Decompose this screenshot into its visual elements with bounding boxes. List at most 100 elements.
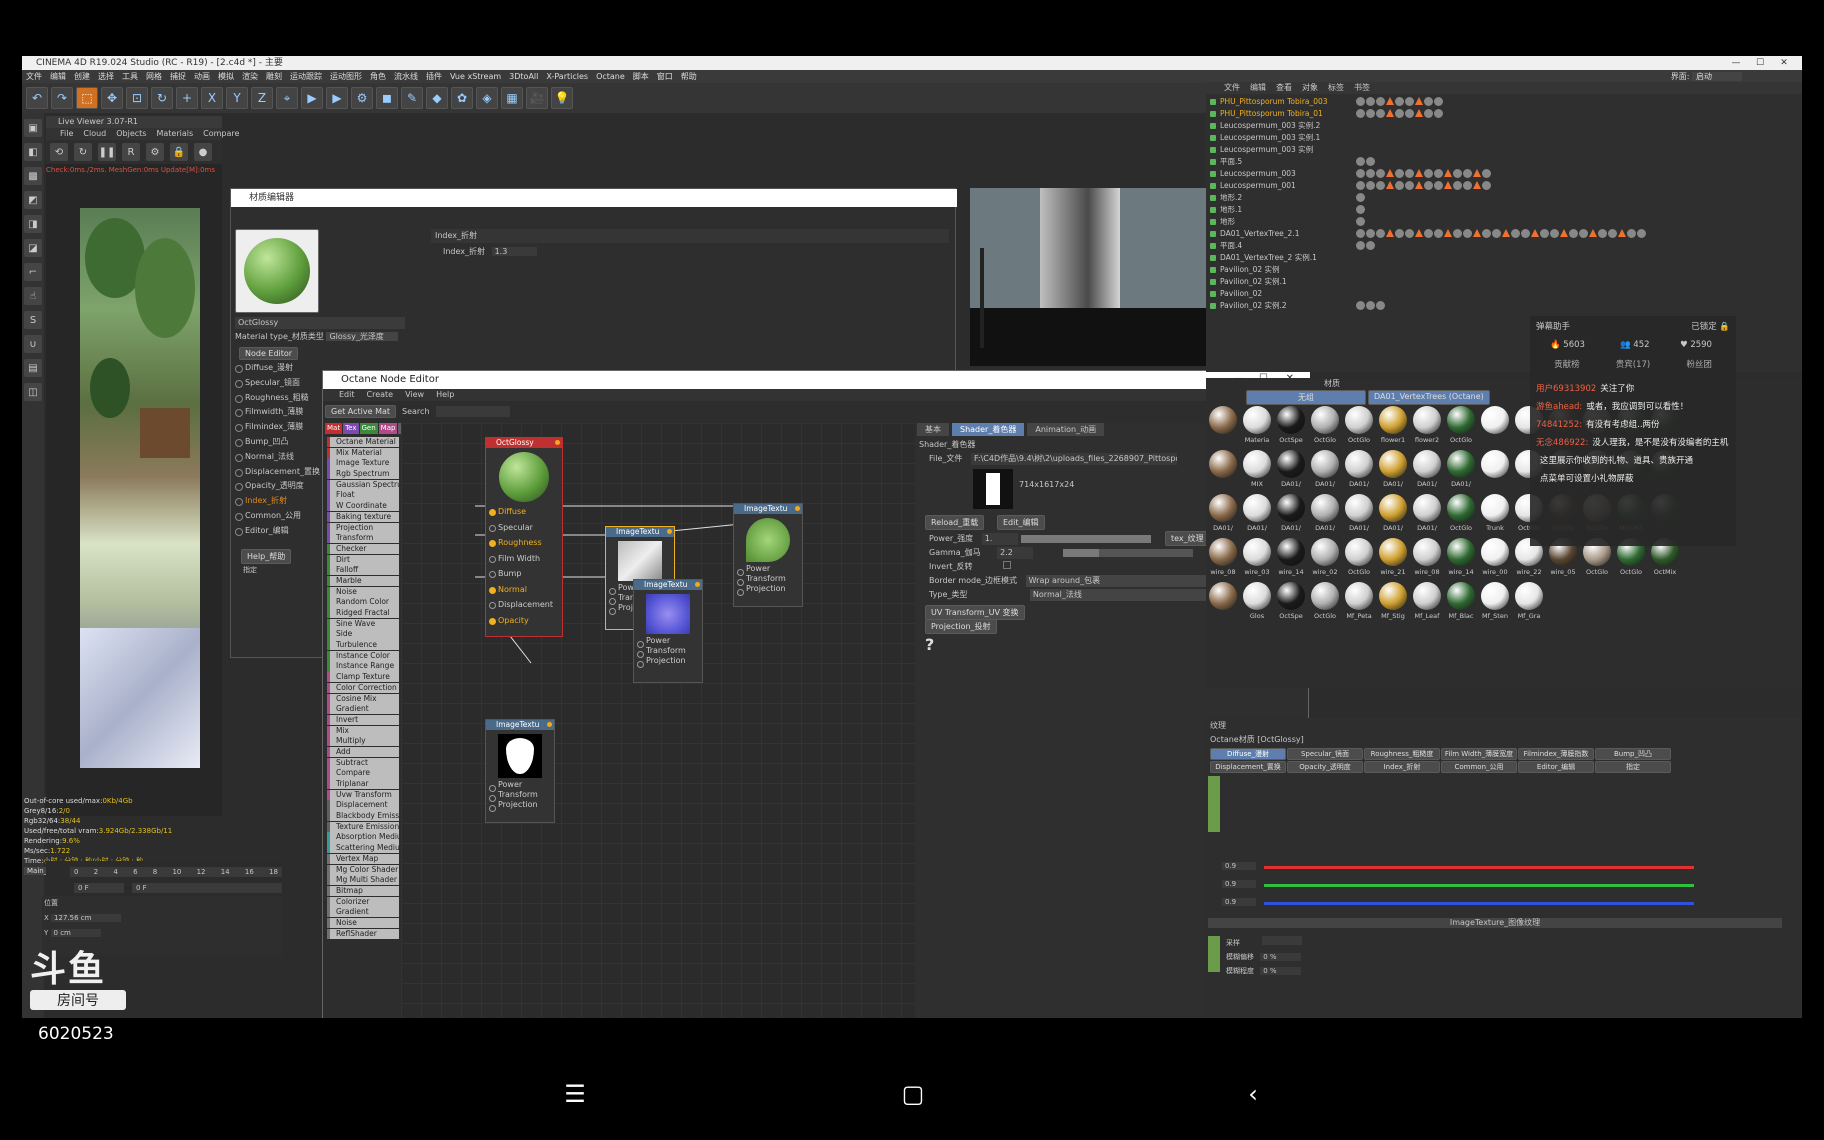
floor-icon[interactable]: ▦ [501,87,523,109]
tag-icon[interactable] [1356,157,1365,166]
material-swatch[interactable]: DA01/ [1208,494,1238,536]
material-swatch[interactable]: DA01/ [1344,450,1374,492]
make-editable-icon[interactable]: ▣ [24,119,42,137]
node-type-item[interactable]: W Coordinate [327,501,399,512]
tag-icon[interactable] [1453,181,1462,190]
node-type-item[interactable]: Rgb Spectrum [327,469,399,480]
y-field[interactable]: 0 cm [50,929,101,937]
back-icon[interactable]: ‹ [1238,1080,1268,1110]
gamma-field[interactable]: 2.2 [997,547,1034,559]
node-type-item[interactable]: Mg Multi Shader [327,875,399,886]
tex-button[interactable]: tex_纹理 [1165,531,1210,546]
node-type-item[interactable]: Absorption Medium [327,832,399,843]
node-type-item[interactable]: Instance Range [327,661,399,672]
attr-tab[interactable]: Specular_镜面 [1287,748,1363,760]
material-swatch[interactable]: DA01/ [1310,450,1340,492]
chat-lock-status[interactable]: 已锁定 🔒 [1691,320,1730,332]
tag-icon[interactable] [1415,97,1423,105]
material-swatch[interactable]: Mf_Stig [1378,582,1408,624]
tag-icon[interactable] [1463,229,1472,238]
node-type-item[interactable]: Noise [327,917,399,929]
material-swatch[interactable]: flower1 [1378,406,1408,448]
maximize-icon[interactable]: ☐ [1748,56,1772,70]
axis-icon[interactable]: ⌐ [24,263,42,281]
y-axis-icon[interactable]: Y [226,87,248,109]
ne-menu-item[interactable]: Help [436,389,454,401]
menu-item[interactable]: 窗口 [657,70,673,83]
send-scene-icon[interactable]: ⟲ [50,143,68,161]
close-icon[interactable]: ✕ [1772,56,1796,70]
material-swatch[interactable]: DA01/ [1310,494,1340,536]
node-type-item[interactable]: Gradient [327,704,399,715]
ne-menu-item[interactable]: Edit [339,389,355,401]
node-editor-button[interactable]: Node Editor [239,347,299,360]
menu-item[interactable]: 编辑 [50,70,66,83]
material-swatch[interactable]: OctGlo [1446,406,1476,448]
tag-icon[interactable] [1550,229,1559,238]
pause-icon[interactable]: ❚❚ [98,143,116,161]
tag-icon[interactable] [1356,193,1365,202]
tag-icon[interactable] [1356,205,1365,214]
material-swatch[interactable]: flower2 [1412,406,1442,448]
node-type-item[interactable]: Gradient [327,907,399,918]
material-swatch[interactable]: Mf_Blac [1446,582,1476,624]
sphere-icon[interactable]: ● [194,143,212,161]
border-mode-select[interactable]: Wrap around_包裹 [1025,575,1216,587]
attr-tab[interactable]: Film Width_薄膜宽度 [1441,748,1517,760]
model-mode-icon[interactable]: ◧ [24,143,42,161]
move-icon[interactable]: ✥ [101,87,123,109]
tag-icon[interactable] [1376,97,1385,106]
node-port[interactable]: Film Width [486,551,562,567]
material-swatch[interactable] [1480,406,1510,448]
node-port[interactable]: Power [634,636,702,648]
material-swatch[interactable]: OctGlo [1344,538,1374,580]
tag-icon[interactable] [1366,97,1375,106]
cube-icon[interactable]: ◼ [376,87,398,109]
tag-icon[interactable] [1424,181,1433,190]
tag-icon[interactable] [1356,217,1365,226]
node-port[interactable]: Specular [486,520,562,536]
attr-tab[interactable]: Opacity_透明度 [1287,761,1363,773]
node-type-item[interactable]: Octane Material [327,437,399,448]
frame-field[interactable]: 0 F [74,883,124,893]
material-swatch[interactable]: wire_14 [1446,538,1476,580]
rgb-field[interactable]: 0.9 [1222,862,1257,870]
node-type-item[interactable]: Vertex Map [327,853,399,864]
x-field[interactable]: 127.56 cm [51,914,122,922]
material-swatch[interactable] [1480,450,1510,492]
material-swatch[interactable]: DA01/ [1344,494,1374,536]
node-type-item[interactable]: Random Color [327,597,399,608]
tag-icon[interactable] [1482,169,1491,178]
type-select[interactable]: Normal_法线 [1029,589,1220,601]
tag-icon[interactable] [1366,301,1375,310]
tag-icon[interactable] [1434,229,1443,238]
tag-icon[interactable] [1405,169,1414,178]
settings-icon[interactable]: ⚙ [146,143,164,161]
tag-icon[interactable] [1376,181,1385,190]
undo-icon[interactable]: ↶ [26,87,48,109]
node-type-item[interactable]: Uvw Transform [327,789,399,800]
tag-icon[interactable] [1376,229,1385,238]
tag-icon[interactable] [1598,229,1607,238]
workplane-icon[interactable]: ◫ [24,383,42,401]
tag-icon[interactable] [1415,229,1423,237]
menu-item[interactable]: Octane [596,70,625,83]
tag-icon[interactable] [1482,181,1491,190]
node-type-item[interactable]: Displacement [327,800,399,811]
menu-item[interactable]: 帮助 [681,70,697,83]
node-type-item[interactable]: Bitmap [327,885,399,897]
material-swatch[interactable]: DA01/ [1446,450,1476,492]
material-swatch[interactable]: Mf_Gra [1514,582,1544,624]
tag-icon[interactable] [1502,229,1510,237]
lv-menu-item[interactable]: Objects [116,128,146,140]
menu-item[interactable]: 工具 [122,70,138,83]
menu-item[interactable]: 角色 [370,70,386,83]
material-swatch[interactable]: OctGlo [1310,406,1340,448]
tag-icon[interactable] [1463,169,1472,178]
material-swatch[interactable]: wire_08 [1412,538,1442,580]
search-input[interactable] [435,405,510,417]
file-path-field[interactable]: F:\C4D作品\9.4\树\2\uploads_files_2268907_P… [970,453,1177,465]
tab-fans[interactable]: 粉丝团 [1686,358,1712,370]
material-swatch[interactable]: OctGlo [1446,494,1476,536]
camera-icon[interactable]: 🎥 [526,87,548,109]
